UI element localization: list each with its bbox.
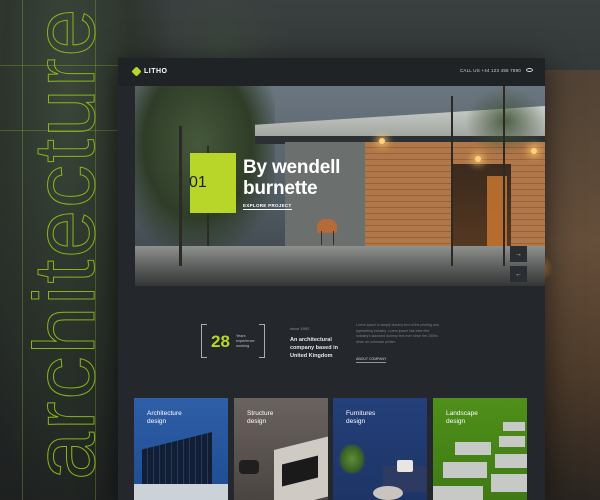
logo-icon	[131, 66, 142, 77]
category-label: Architecture design	[147, 410, 182, 425]
site-logo[interactable]: LITHO	[131, 66, 168, 77]
header-phone[interactable]: CALL US +44 123 456 7890	[460, 68, 521, 73]
about-headline: An architectural company based in United…	[290, 337, 338, 359]
slider-next-button[interactable]: →	[510, 246, 527, 262]
about-label: since 1992	[290, 326, 310, 331]
vertical-outline-word: architecture	[17, 6, 114, 480]
hero-title-line-1: By wendell	[243, 157, 341, 178]
category-card-structure[interactable]: Structure design	[234, 398, 328, 500]
hero-title: By wendell burnette	[243, 157, 340, 199]
slide-number: 01	[189, 153, 236, 213]
category-label: Structure design	[247, 410, 274, 425]
years-number: 28	[211, 332, 230, 351]
category-card-furnitures[interactable]: Furnitures design	[333, 398, 427, 500]
years-experience: 28 Years experience working	[201, 324, 265, 358]
plant-image	[339, 444, 365, 474]
category-label: Furnitures design	[346, 410, 376, 425]
site-header: LITHO CALL US +44 123 456 7890	[118, 58, 545, 86]
hero-title-line-2: burnette	[243, 178, 318, 199]
about-company-link[interactable]: ABOUT COMPANY	[356, 357, 387, 363]
arrow-left-icon: ←	[515, 270, 522, 278]
arrow-right-icon: →	[515, 250, 522, 258]
eye-icon[interactable]	[526, 68, 533, 72]
logo-text: LITHO	[144, 68, 168, 75]
category-card-landscape[interactable]: Landscape design	[433, 398, 527, 500]
slider-prev-button[interactable]: ←	[510, 266, 527, 282]
years-caption: Years experience working	[236, 334, 255, 348]
pot-image	[239, 460, 259, 474]
explore-project-link[interactable]: EXPLORE PROJECT	[243, 203, 292, 210]
category-card-architecture[interactable]: Architecture design	[134, 398, 228, 500]
category-label: Landscape design	[446, 410, 478, 425]
bracket-left	[201, 324, 207, 358]
slide-number-text: 01	[189, 174, 207, 191]
about-paragraph: Lorem ipsum is simply dummy text of the …	[356, 323, 439, 344]
